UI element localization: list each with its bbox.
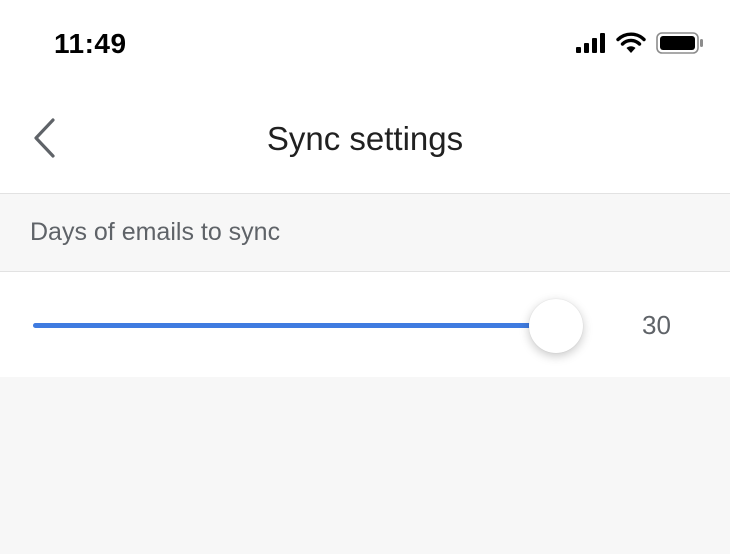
section-header: Days of emails to sync bbox=[0, 194, 730, 272]
slider-fill bbox=[33, 323, 556, 328]
page-title: Sync settings bbox=[266, 120, 464, 157]
cellular-signal-icon bbox=[576, 33, 606, 58]
sync-days-slider-row: 30 bbox=[0, 272, 730, 377]
slider-value: 30 bbox=[642, 310, 671, 340]
sync-days-slider[interactable] bbox=[33, 299, 583, 353]
navigation-bar: Sync settings bbox=[0, 90, 730, 194]
battery-icon bbox=[656, 32, 704, 59]
slider-thumb[interactable] bbox=[529, 299, 583, 353]
status-time: 11:49 bbox=[54, 28, 127, 59]
status-icons bbox=[576, 32, 704, 59]
section-label: Days of emails to sync bbox=[30, 218, 281, 246]
sync-settings-screen: 11:49 Sync settings Days of emails to sy… bbox=[0, 0, 730, 554]
wifi-icon bbox=[616, 32, 646, 59]
status-bar: 11:49 bbox=[0, 0, 730, 90]
